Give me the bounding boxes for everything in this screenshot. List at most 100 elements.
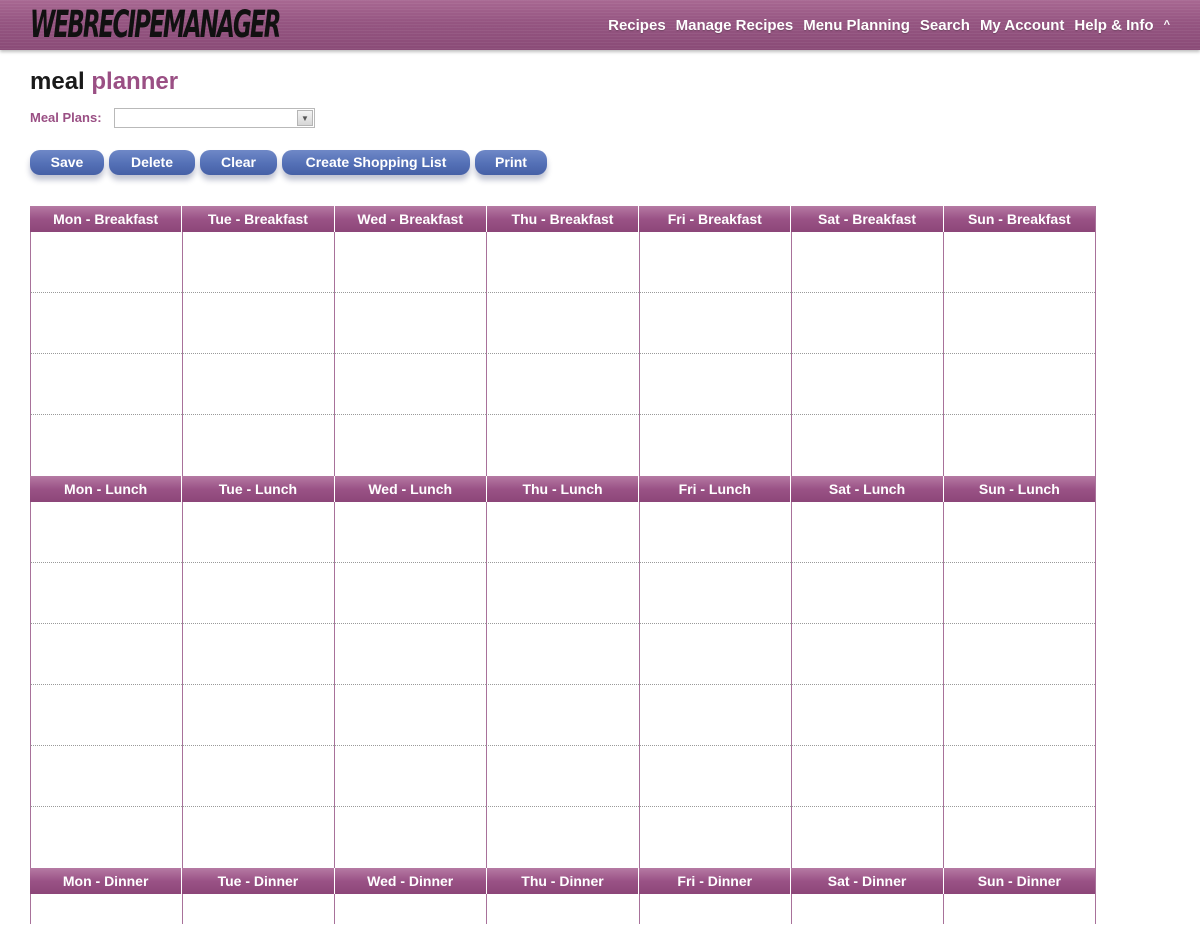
fri-lunch-slot[interactable] — [638, 746, 791, 807]
sun-lunch-slot[interactable] — [942, 563, 1095, 624]
delete-button[interactable]: Delete — [109, 150, 195, 175]
thu-lunch-slot[interactable] — [486, 502, 639, 563]
fri-lunch-slot[interactable] — [638, 624, 791, 685]
sun-breakfast-slot[interactable] — [942, 232, 1095, 293]
sun-lunch-slot[interactable] — [942, 685, 1095, 746]
print-button[interactable]: Print — [475, 150, 547, 175]
nav-my-account[interactable]: My Account — [980, 17, 1064, 34]
wed-dinner-slot[interactable] — [334, 894, 486, 924]
fri-lunch-slot[interactable] — [638, 807, 791, 868]
wed-lunch-slot[interactable] — [334, 685, 487, 746]
tue-lunch-slot[interactable] — [182, 563, 335, 624]
tue-lunch-slot[interactable] — [182, 685, 335, 746]
tue-lunch-slot[interactable] — [182, 807, 334, 868]
chevron-down-icon[interactable]: ▼ — [297, 110, 313, 126]
wed-breakfast-slot[interactable] — [334, 354, 487, 415]
sun-lunch-slot[interactable] — [942, 502, 1095, 563]
thu-breakfast-slot[interactable] — [486, 415, 638, 476]
fri-dinner-slot[interactable] — [638, 894, 791, 924]
wed-breakfast-slot[interactable] — [334, 415, 486, 476]
header-sun-lunch: Sun - Lunch — [942, 476, 1095, 502]
wed-breakfast-slot[interactable] — [334, 232, 487, 293]
nav-help-info[interactable]: Help & Info — [1074, 17, 1153, 34]
tue-dinner-slot[interactable] — [182, 894, 334, 924]
breakfast-slot-row — [30, 232, 1095, 293]
fri-breakfast-slot[interactable] — [638, 293, 791, 354]
sun-breakfast-slot[interactable] — [942, 415, 1095, 476]
meal-plans-select[interactable]: ▼ — [114, 108, 315, 128]
mon-lunch-slot[interactable] — [30, 746, 183, 807]
tue-breakfast-slot[interactable] — [182, 293, 335, 354]
site-logo[interactable]: WEBRECIPEMANAGER — [30, 3, 281, 47]
sat-lunch-slot[interactable] — [790, 624, 943, 685]
sat-dinner-slot[interactable] — [790, 894, 943, 924]
fri-lunch-slot[interactable] — [638, 685, 791, 746]
page-title: meal planner — [30, 68, 178, 96]
sat-lunch-slot[interactable] — [790, 685, 943, 746]
mon-lunch-slot[interactable] — [30, 502, 183, 563]
dinner-section — [30, 894, 1095, 924]
thu-breakfast-slot[interactable] — [486, 354, 639, 415]
wed-lunch-slot[interactable] — [334, 624, 487, 685]
create-shopping-list-button[interactable]: Create Shopping List — [282, 150, 470, 175]
tue-breakfast-slot[interactable] — [182, 232, 335, 293]
mon-lunch-slot[interactable] — [30, 807, 182, 868]
sun-dinner-slot[interactable] — [942, 894, 1095, 924]
lunch-slot-row — [30, 624, 1095, 685]
fri-lunch-slot[interactable] — [638, 502, 791, 563]
fri-breakfast-slot[interactable] — [638, 232, 791, 293]
mon-breakfast-slot[interactable] — [30, 415, 182, 476]
tue-lunch-slot[interactable] — [182, 624, 335, 685]
wed-lunch-slot[interactable] — [334, 807, 486, 868]
fri-breakfast-slot[interactable] — [638, 354, 791, 415]
sat-breakfast-slot[interactable] — [790, 232, 943, 293]
tue-lunch-slot[interactable] — [182, 746, 335, 807]
fri-lunch-slot[interactable] — [638, 563, 791, 624]
sun-lunch-slot[interactable] — [942, 807, 1095, 868]
tue-breakfast-slot[interactable] — [182, 354, 335, 415]
thu-lunch-slot[interactable] — [486, 624, 639, 685]
thu-lunch-slot[interactable] — [486, 563, 639, 624]
thu-lunch-slot[interactable] — [486, 685, 639, 746]
thu-lunch-slot[interactable] — [486, 807, 638, 868]
mon-lunch-slot[interactable] — [30, 563, 183, 624]
sat-breakfast-slot[interactable] — [790, 354, 943, 415]
mon-lunch-slot[interactable] — [30, 624, 183, 685]
mon-breakfast-slot[interactable] — [30, 293, 183, 354]
mon-dinner-slot[interactable] — [30, 894, 182, 924]
thu-lunch-slot[interactable] — [486, 746, 639, 807]
sat-lunch-slot[interactable] — [790, 746, 943, 807]
wed-lunch-slot[interactable] — [334, 502, 487, 563]
thu-breakfast-slot[interactable] — [486, 232, 639, 293]
mon-breakfast-slot[interactable] — [30, 232, 183, 293]
sat-breakfast-slot[interactable] — [790, 293, 943, 354]
mon-breakfast-slot[interactable] — [30, 354, 183, 415]
thu-breakfast-slot[interactable] — [486, 293, 639, 354]
nav-recipes[interactable]: Recipes — [608, 17, 666, 34]
tue-lunch-slot[interactable] — [182, 502, 335, 563]
fri-breakfast-slot[interactable] — [638, 415, 791, 476]
thu-dinner-slot[interactable] — [486, 894, 638, 924]
sat-breakfast-slot[interactable] — [790, 415, 943, 476]
sat-lunch-slot[interactable] — [790, 807, 943, 868]
header-sun-breakfast: Sun - Breakfast — [942, 206, 1095, 232]
nav-menu-planning[interactable]: Menu Planning — [803, 17, 910, 34]
lunch-slot-row — [30, 563, 1095, 624]
sat-lunch-slot[interactable] — [790, 563, 943, 624]
sat-lunch-slot[interactable] — [790, 502, 943, 563]
sun-lunch-slot[interactable] — [942, 624, 1095, 685]
sun-lunch-slot[interactable] — [942, 746, 1095, 807]
nav-collapse-caret-icon[interactable]: ^ — [1164, 19, 1170, 31]
sun-breakfast-slot[interactable] — [942, 293, 1095, 354]
save-button[interactable]: Save — [30, 150, 104, 175]
sun-breakfast-slot[interactable] — [942, 354, 1095, 415]
tue-breakfast-slot[interactable] — [182, 415, 334, 476]
wed-lunch-slot[interactable] — [334, 746, 487, 807]
wed-breakfast-slot[interactable] — [334, 293, 487, 354]
mon-lunch-slot[interactable] — [30, 685, 183, 746]
nav-manage-recipes[interactable]: Manage Recipes — [676, 17, 794, 34]
nav-search[interactable]: Search — [920, 17, 970, 34]
wed-lunch-slot[interactable] — [334, 563, 487, 624]
clear-button[interactable]: Clear — [200, 150, 277, 175]
header-mon-dinner: Mon - Dinner — [30, 868, 182, 894]
